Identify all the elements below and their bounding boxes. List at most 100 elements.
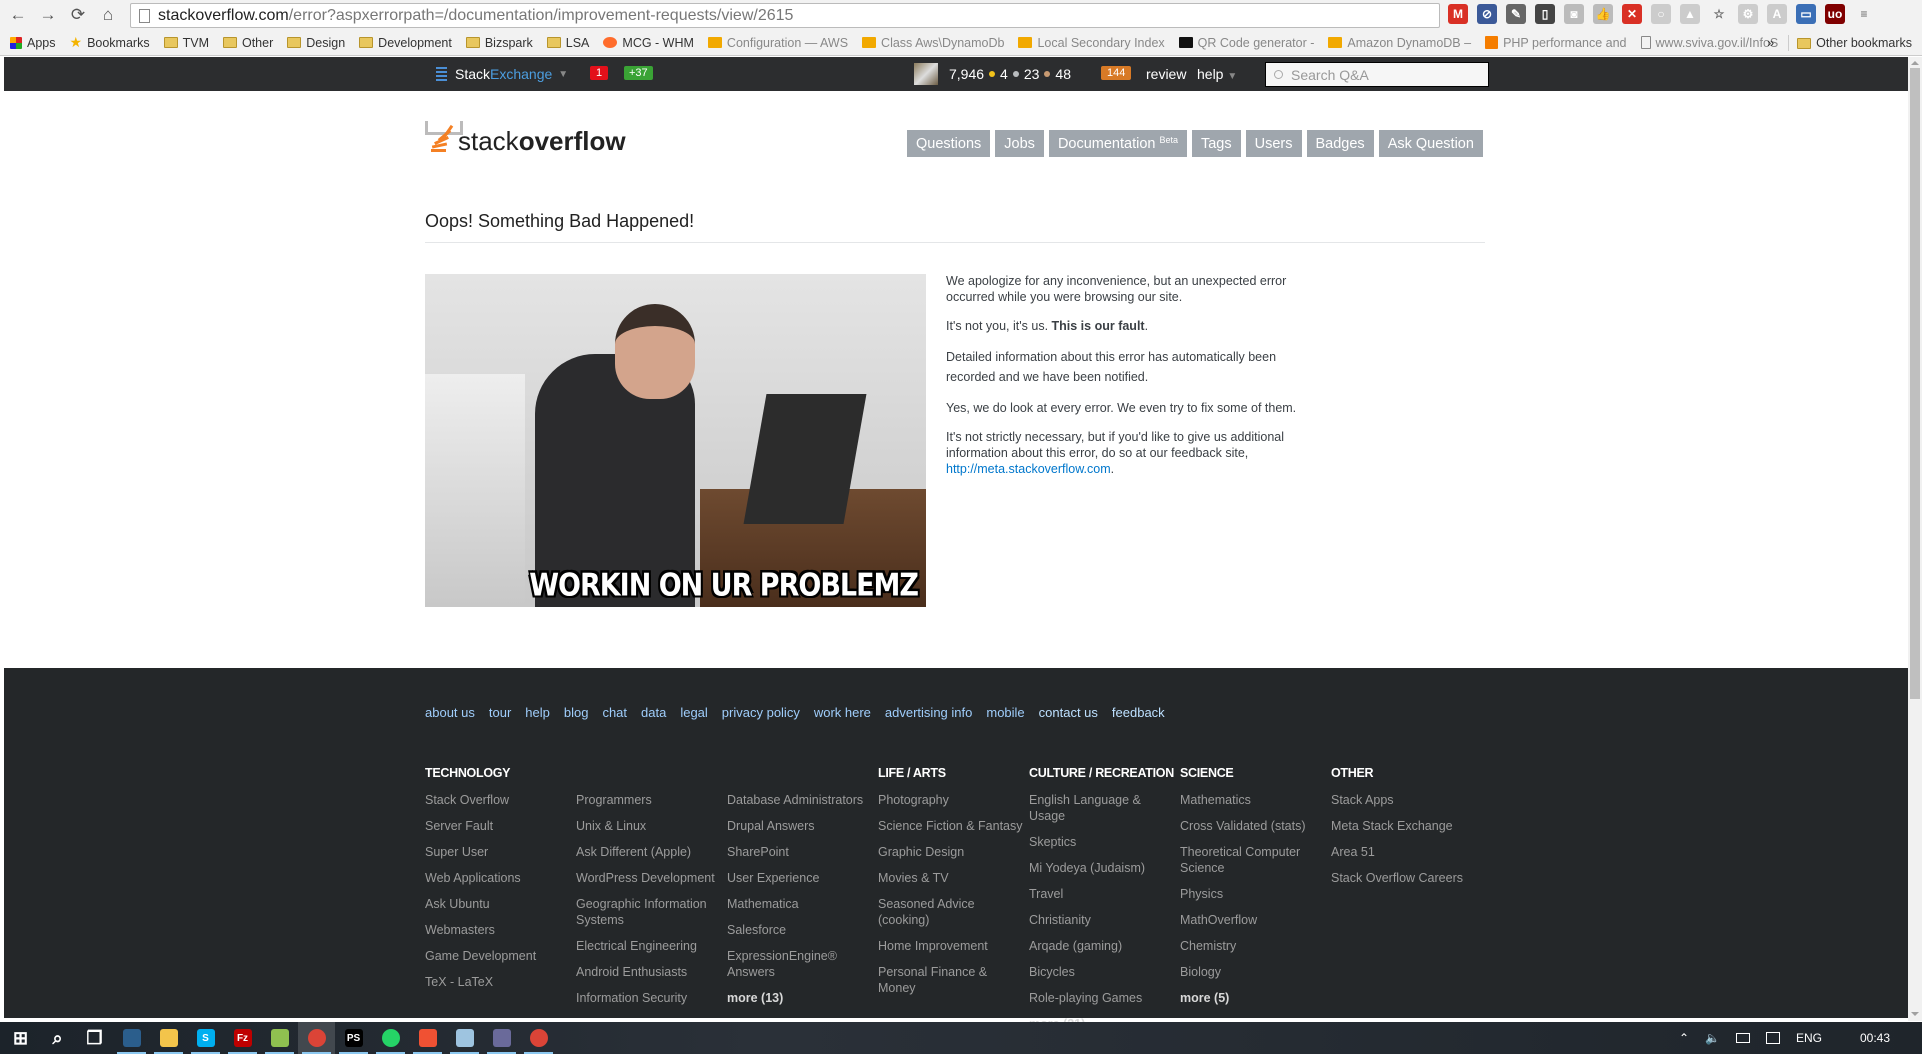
bookmark-item[interactable]: Development (359, 36, 452, 50)
footer-site-link[interactable]: Meta Stack Exchange (1331, 818, 1481, 834)
stackexchange-menu[interactable]: Stack Exchange ▼ (436, 66, 568, 82)
nav-documentation[interactable]: Documentation Beta (1048, 130, 1187, 157)
inbox-badge[interactable]: 1 (590, 66, 609, 80)
footer-site-link[interactable]: Stack Apps (1331, 792, 1481, 808)
menu-icon[interactable]: ≡ (1854, 4, 1874, 24)
footer-site-link[interactable]: Role-playing Games (1029, 990, 1179, 1006)
gray-icon[interactable]: ○ (1651, 4, 1671, 24)
bookmark-item[interactable]: Configuration — AWS (707, 36, 848, 50)
footer-site-link[interactable]: Salesforce (727, 922, 877, 938)
footer-site-link[interactable]: Ask Different (Apple) (576, 844, 726, 860)
footer-site-link[interactable]: Bicycles (1029, 964, 1179, 980)
footer-site-link[interactable]: Christianity (1029, 912, 1179, 928)
review-link[interactable]: review (1146, 66, 1186, 82)
drive-icon[interactable]: ▲ (1680, 4, 1700, 24)
show-hidden-icons-icon[interactable]: ⌃ (1679, 1031, 1689, 1045)
search-input[interactable]: Search Q&A (1265, 62, 1489, 87)
footer-site-link[interactable]: Geographic Information Systems (576, 896, 726, 928)
footer-site-link[interactable]: TeX - LaTeX (425, 974, 575, 990)
camera-icon[interactable]: ◙ (1564, 4, 1584, 24)
footer-site-link[interactable]: Super User (425, 844, 575, 860)
scroll-down-arrow-icon[interactable] (1911, 1012, 1919, 1016)
footer-site-link[interactable]: Drupal Answers (727, 818, 877, 834)
footer-site-link[interactable]: User Experience (727, 870, 877, 886)
ruler-icon[interactable]: ▯ (1535, 4, 1555, 24)
footer-link-advertising-info[interactable]: advertising info (885, 705, 972, 720)
bookmark-item[interactable]: PHP performance and (1485, 36, 1627, 50)
footer-site-link[interactable]: Ask Ubuntu (425, 896, 575, 912)
footer-link-feedback[interactable]: feedback (1112, 705, 1165, 720)
footer-more-link[interactable]: more (13) (727, 990, 877, 1006)
nav-questions[interactable]: Questions (907, 130, 991, 157)
eyedropper-icon[interactable]: ✎ (1506, 4, 1526, 24)
footer-link-about-us[interactable]: about us (425, 705, 475, 720)
footer-link-data[interactable]: data (641, 705, 666, 720)
footer-site-link[interactable]: Information Security (576, 990, 726, 1006)
footer-site-link[interactable]: Programmers (576, 792, 726, 808)
nav-badges[interactable]: Badges (1306, 130, 1374, 157)
other-bookmarks[interactable]: Other bookmarks (1797, 36, 1912, 50)
footer-site-link[interactable]: ExpressionEngine® Answers (727, 948, 877, 980)
nav-ask-question[interactable]: Ask Question (1378, 130, 1483, 157)
task-view-taskbar-button[interactable]: ❐ (76, 1022, 113, 1054)
address-bar[interactable]: stackoverflow.com/error?aspxerrorpath=/d… (130, 3, 1440, 28)
footer-site-link[interactable]: Mi Yodeya (Judaism) (1029, 860, 1179, 876)
footer-site-link[interactable]: Science Fiction & Fantasy (878, 818, 1028, 834)
reload-button[interactable]: ⟳ (66, 3, 90, 27)
bookmark-item[interactable]: TVM (163, 36, 209, 50)
nav-users[interactable]: Users (1245, 130, 1302, 157)
footer-site-link[interactable]: Database Administrators (727, 792, 877, 808)
bookmark-item[interactable]: Class Aws\DynamoDb (862, 36, 1004, 50)
gear-icon[interactable]: ⚙ (1738, 4, 1758, 24)
home-button[interactable]: ⌂ (96, 3, 120, 27)
network-icon[interactable] (1735, 1033, 1750, 1043)
bookmark-item[interactable]: MCG - WHM (603, 36, 694, 50)
footer-site-link[interactable]: Mathematics (1180, 792, 1330, 808)
achievements-badge[interactable]: +37 (624, 66, 653, 80)
phpstorm-taskbar-button[interactable]: PS (335, 1022, 372, 1054)
bookmark-item[interactable]: ★ Bookmarks (70, 34, 150, 51)
footer-site-link[interactable]: Biology (1180, 964, 1330, 980)
notifications-icon[interactable] (1765, 1032, 1780, 1044)
notepad-taskbar-button[interactable] (446, 1022, 483, 1054)
nav-tags[interactable]: Tags (1191, 130, 1241, 157)
scroll-up-arrow-icon[interactable] (1911, 61, 1919, 65)
footer-link-help[interactable]: help (525, 705, 550, 720)
footer-site-link[interactable]: SharePoint (727, 844, 877, 860)
bookmark-item[interactable]: Bizspark (465, 36, 533, 50)
chrome-taskbar-button[interactable] (298, 1022, 335, 1054)
block-icon[interactable]: ⊘ (1477, 4, 1497, 24)
footer-site-link[interactable]: Movies & TV (878, 870, 1028, 886)
bookmark-item[interactable]: Other (222, 36, 273, 50)
footer-site-link[interactable]: Travel (1029, 886, 1179, 902)
footer-site-link[interactable]: Photography (878, 792, 1028, 808)
footer-link-mobile[interactable]: mobile (986, 705, 1024, 720)
footer-site-link[interactable]: Physics (1180, 886, 1330, 902)
star-outline-icon[interactable]: ☆ (1709, 4, 1729, 24)
footer-site-link[interactable]: Server Fault (425, 818, 575, 834)
footer-site-link[interactable]: Mathematica (727, 896, 877, 912)
help-menu[interactable]: help ▼ (1197, 66, 1237, 82)
gmail-icon[interactable]: M (1448, 4, 1468, 24)
footer-site-link[interactable]: Skeptics (1029, 834, 1179, 850)
bookmark-item[interactable]: Apps (10, 36, 56, 50)
footer-site-link[interactable]: Arqade (gaming) (1029, 938, 1179, 954)
footer-site-link[interactable]: MathOverflow (1180, 912, 1330, 928)
footer-more-link[interactable]: more (5) (1180, 990, 1330, 1006)
review-count-badge[interactable]: 144 (1101, 66, 1132, 80)
bookmark-item[interactable]: Amazon DynamoDB – (1328, 36, 1471, 50)
footer-link-contact-us[interactable]: contact us (1039, 705, 1098, 720)
whatsapp-taskbar-button[interactable] (372, 1022, 409, 1054)
footer-site-link[interactable]: English Language & Usage (1029, 792, 1179, 824)
stackoverflow-logo[interactable]: stack overflow (425, 121, 626, 157)
footer-link-chat[interactable]: chat (602, 705, 627, 720)
bookmark-item[interactable]: www.sviva.gov.il/InfoS (1640, 36, 1778, 50)
notepad-plus-taskbar-button[interactable] (261, 1022, 298, 1054)
thumbs-up-icon[interactable]: 👍 (1593, 4, 1613, 24)
chrome-2-taskbar-button[interactable] (520, 1022, 557, 1054)
footer-site-link[interactable]: Android Enthusiasts (576, 964, 726, 980)
bookmarks-overflow-button[interactable]: » (1767, 36, 1774, 50)
footer-site-link[interactable]: Chemistry (1180, 938, 1330, 954)
meta-link[interactable]: http://meta.stackoverflow.com (946, 462, 1111, 476)
language-indicator[interactable]: ENG (1796, 1031, 1822, 1045)
